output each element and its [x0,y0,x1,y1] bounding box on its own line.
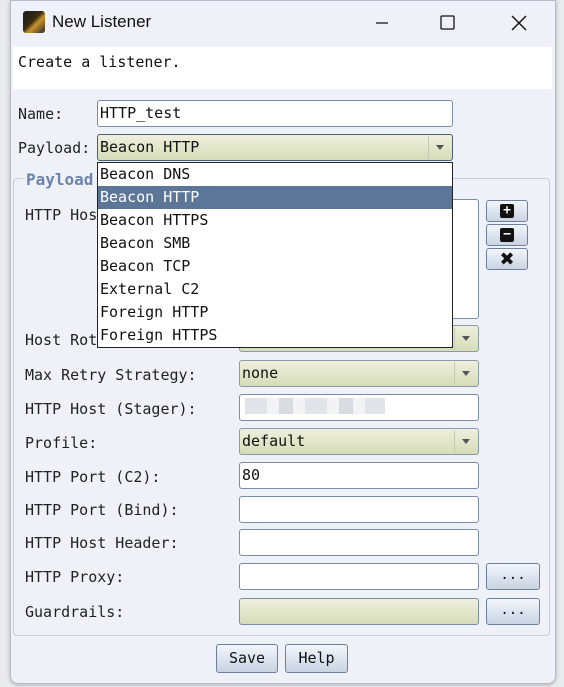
payload-label: Payload: [18,139,91,157]
description-panel: Create a listener. [13,47,552,89]
clear-hosts-button[interactable]: ✖ [486,248,528,270]
payload-option[interactable]: Beacon HTTP [98,186,452,209]
payload-select[interactable]: Beacon HTTP [97,134,453,161]
http-port-c2-label: HTTP Port (C2): [25,468,161,486]
maximize-button[interactable] [433,9,463,37]
description-text: Create a listener. [18,53,181,71]
http-port-c2-input[interactable]: 80 [239,462,479,489]
payload-option[interactable]: Beacon SMB [98,232,452,255]
maximize-icon [440,15,455,30]
max-retry-label: Max Retry Strategy: [25,366,197,384]
payload-dropdown-list[interactable]: Beacon DNS Beacon HTTP Beacon HTTPS Beacon … [97,162,453,348]
payload-select-value: Beacon HTTP [100,138,200,156]
x-icon: ✖ [499,248,515,270]
name-label: Name: [18,105,64,123]
http-host-header-input[interactable] [239,529,479,556]
window-title: New Listener [52,12,152,31]
group-title: Payload [23,170,97,189]
http-proxy-browse-button[interactable]: ... [486,563,540,590]
remove-host-button[interactable]: − [486,224,528,246]
guardrails-browse-button[interactable]: ... [486,598,540,625]
chevron-down-icon [454,430,477,453]
add-host-button[interactable]: + [486,200,528,222]
host-rotation-label: Host Rot [25,331,98,349]
chevron-down-icon [454,327,477,350]
title-bar[interactable]: New Listener [11,1,555,45]
redacted-value [245,398,385,414]
http-host-stager-label: HTTP Host (Stager): [25,400,197,418]
chevron-down-icon [454,362,477,385]
payload-option[interactable]: External C2 [98,278,452,301]
app-icon [23,11,45,33]
profile-select[interactable]: default [239,428,479,455]
payload-option[interactable]: Beacon DNS [98,163,452,186]
http-proxy-input[interactable] [239,563,479,590]
http-proxy-label: HTTP Proxy: [25,568,125,586]
chevron-down-icon [428,136,451,159]
payload-option[interactable]: Beacon TCP [98,255,452,278]
close-icon [511,15,527,31]
max-retry-select[interactable]: none [239,360,479,387]
new-listener-window: New Listener Create a listener. Name: HT… [10,0,556,684]
minimize-button[interactable] [367,9,397,37]
payload-option[interactable]: Foreign HTTP [98,301,452,324]
guardrails-input [239,598,479,625]
minus-icon: − [500,228,514,242]
save-button[interactable]: Save [216,644,278,673]
profile-label: Profile: [25,434,98,452]
minimize-icon [376,22,388,24]
http-hosts-label: HTTP Hos [25,206,98,224]
plus-icon: + [500,204,514,218]
http-port-bind-label: HTTP Port (Bind): [25,501,179,519]
max-retry-value: none [242,364,279,382]
payload-option[interactable]: Foreign HTTPS [98,324,452,347]
name-input[interactable]: HTTP_test [97,100,453,127]
profile-value: default [242,432,306,450]
guardrails-label: Guardrails: [25,603,125,621]
close-button[interactable] [504,9,534,37]
http-port-bind-input[interactable] [239,496,479,523]
help-button[interactable]: Help [285,644,348,673]
payload-option[interactable]: Beacon HTTPS [98,209,452,232]
http-host-header-label: HTTP Host Header: [25,534,179,552]
